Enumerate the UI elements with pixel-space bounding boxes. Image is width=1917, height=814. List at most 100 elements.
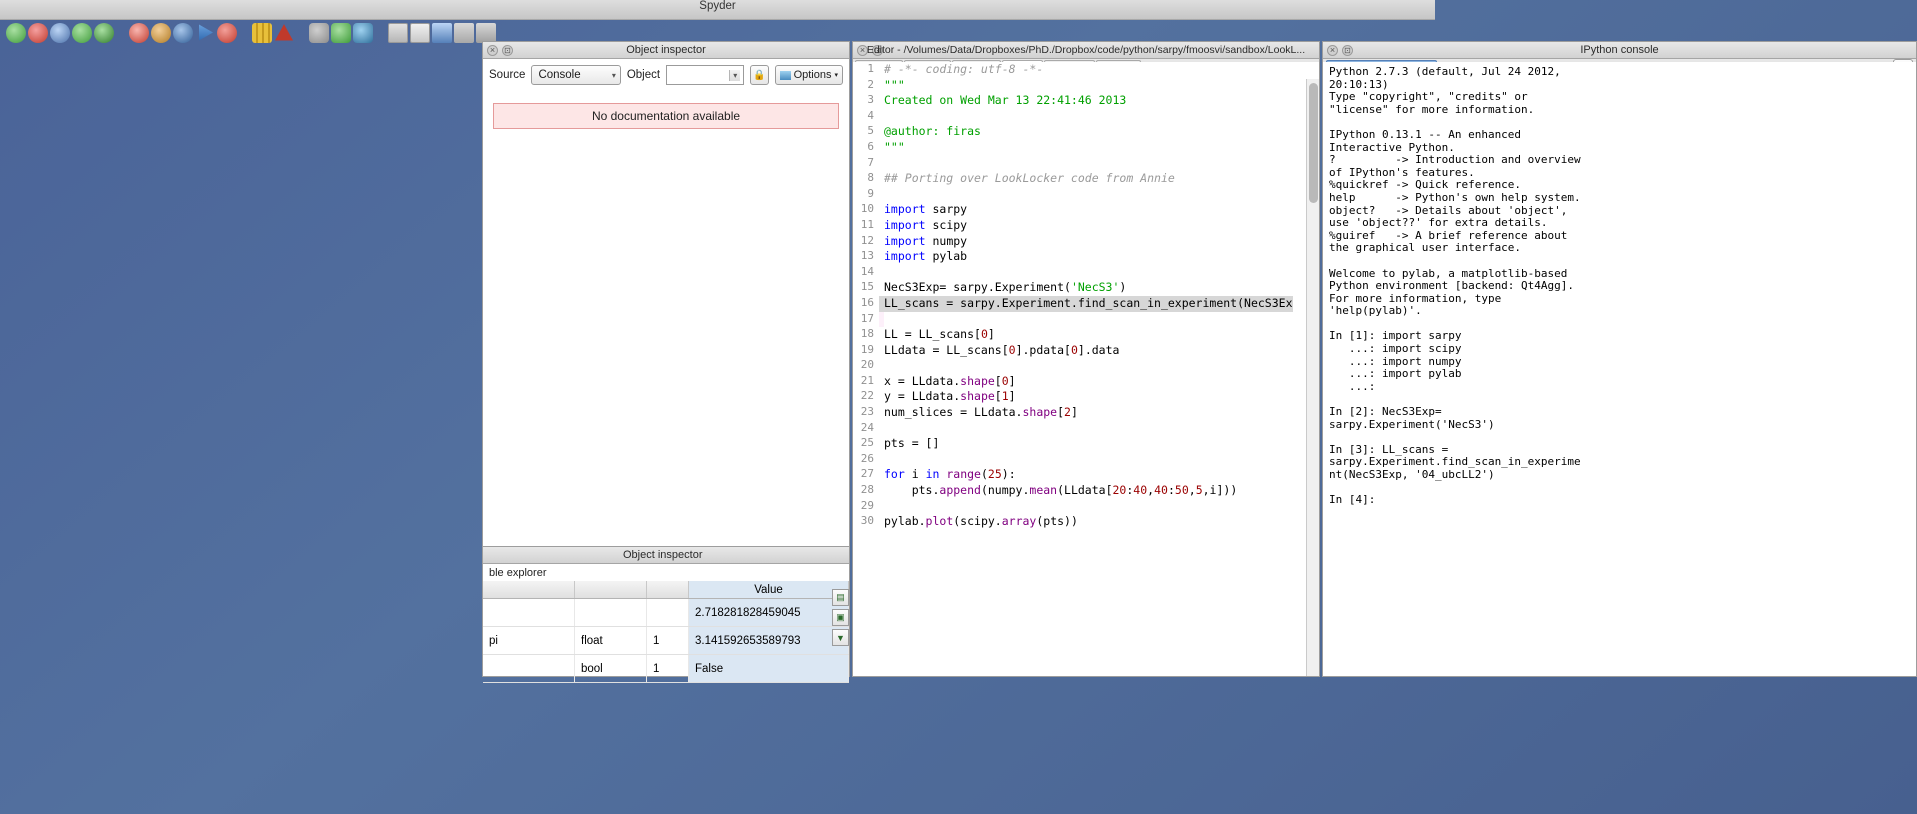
- new-file-icon[interactable]: [6, 22, 26, 43]
- variable-type: bool: [575, 655, 647, 682]
- editor-code-area[interactable]: 1 # -*- coding: utf-8 -*- 2 """ 3 Created on …: [853, 62, 1319, 676]
- save-data-button[interactable]: ▣: [832, 609, 849, 626]
- line-content: y = LLdata.shape[1]: [884, 389, 1016, 404]
- line-content: @author: firas: [884, 124, 981, 139]
- variable-type: [575, 599, 647, 626]
- line-number: 18: [853, 327, 879, 343]
- options-button[interactable]: Options ▾: [774, 65, 843, 85]
- line-number: 19: [853, 342, 879, 359]
- print-preview-icon[interactable]: [476, 22, 496, 43]
- code-line: 20: [853, 358, 1319, 374]
- line-content: pts = []: [884, 436, 940, 451]
- line-number: 15: [853, 280, 879, 296]
- line-number: 11: [853, 217, 879, 234]
- import-data-button[interactable]: ▤: [832, 589, 849, 606]
- variable-explorer-pane: Object inspector ble explorer Value 2.71…: [482, 546, 850, 683]
- variable-size: 1: [647, 655, 689, 682]
- line-number: 16: [853, 295, 879, 312]
- run-icon[interactable]: [129, 22, 149, 43]
- preferences-icon[interactable]: [388, 22, 408, 43]
- ipython-title: IPython console: [1580, 44, 1659, 56]
- save-icon[interactable]: [50, 22, 70, 43]
- line-number: 2: [853, 77, 879, 94]
- code-line: 26: [853, 451, 1319, 468]
- line-number: 8: [853, 171, 879, 187]
- source-select[interactable]: Console: [531, 65, 621, 85]
- object-label: Object: [626, 69, 661, 81]
- line-number: 14: [853, 264, 879, 281]
- grid-icon[interactable]: [252, 22, 272, 43]
- line-content: # -*- coding: utf-8 -*-: [884, 62, 1044, 76]
- line-content: x = LLdata.shape[0]: [884, 373, 1016, 388]
- code-line: 27 for i in range(25):: [853, 467, 1319, 484]
- column-header-value[interactable]: Value: [689, 581, 849, 598]
- code-line: 24: [853, 420, 1319, 437]
- variable-size: 1: [647, 627, 689, 654]
- save-as-icon[interactable]: [454, 22, 474, 43]
- line-number: 29: [853, 498, 879, 515]
- stop-icon[interactable]: [217, 22, 237, 43]
- pythonpath-icon[interactable]: [353, 22, 373, 43]
- line-content: """: [884, 77, 905, 92]
- line-number: 10: [853, 202, 879, 218]
- export-data-button[interactable]: ▼: [832, 629, 849, 646]
- code-line: 2 """: [853, 77, 1319, 94]
- line-content: NecS3Exp= sarpy.Experiment('NecS3'): [884, 280, 1127, 295]
- table-row[interactable]: 2.718281828459045: [483, 599, 849, 627]
- line-content: [879, 421, 884, 437]
- save-session-icon[interactable]: [432, 22, 452, 43]
- code-line: 23 num_slices = LLdata.shape[2]: [853, 405, 1319, 421]
- line-number: 28: [853, 483, 879, 499]
- lock-icon[interactable]: 🔒: [750, 65, 769, 85]
- variable-explorer-title: Object inspector: [623, 549, 703, 561]
- line-content: ## Porting over LookLocker code from Ann…: [884, 171, 1175, 186]
- variable-value: 3.141592653589793: [689, 627, 849, 654]
- line-content: [879, 311, 884, 328]
- print-icon[interactable]: [94, 22, 114, 43]
- maximize-icon[interactable]: [410, 22, 430, 43]
- editor-scrollbar-thumb[interactable]: [1309, 83, 1318, 203]
- run-cell-icon[interactable]: [151, 22, 171, 43]
- editor-scrollbar[interactable]: [1306, 79, 1319, 676]
- code-line: 15 NecS3Exp= sarpy.Experiment('NecS3'): [853, 280, 1319, 296]
- ipython-output[interactable]: Python 2.7.3 (default, Jul 24 2012, 20:1…: [1323, 62, 1916, 676]
- variable-size: [647, 599, 689, 626]
- line-content: pts.append(numpy.mean(LLdata[20:40,40:50…: [884, 483, 1238, 498]
- variable-type: float: [575, 627, 647, 654]
- code-line: 19 LLdata = LL_scans[0].pdata[0].data: [853, 342, 1319, 359]
- line-number: 7: [853, 155, 879, 172]
- column-header-size[interactable]: [647, 581, 689, 598]
- code-line: 13 import pylab: [853, 249, 1319, 265]
- line-number: 21: [853, 373, 879, 390]
- line-number: 9: [853, 186, 879, 203]
- source-select-value: Console: [538, 69, 581, 81]
- debug-icon[interactable]: [173, 22, 193, 43]
- line-content: """: [884, 139, 905, 154]
- object-inspector-title: Object inspector: [626, 44, 706, 56]
- column-header-type[interactable]: [575, 581, 647, 598]
- configure-icon[interactable]: [309, 22, 329, 43]
- open-file-icon[interactable]: [28, 22, 48, 43]
- line-content: import numpy: [884, 233, 968, 248]
- line-content: import scipy: [884, 217, 968, 232]
- line-content: [879, 109, 884, 125]
- add-icon[interactable]: [331, 22, 351, 43]
- code-line: 18 LL = LL_scans[0]: [853, 327, 1319, 343]
- code-line: 21 x = LLdata.shape[0]: [853, 373, 1319, 390]
- code-line: 3 Created on Wed Mar 13 22:41:46 2013: [853, 93, 1319, 109]
- code-line: 11 import scipy: [853, 217, 1319, 234]
- object-inspector-titlebar: Object inspector: [483, 42, 849, 59]
- editor-pane: Editor - /Volumes/Data/Dropboxes/PhD./Dr…: [852, 41, 1320, 677]
- code-line: 30 pylab.plot(scipy.array(pts)): [853, 514, 1319, 530]
- table-row[interactable]: bool 1 False: [483, 655, 849, 683]
- line-content: num_slices = LLdata.shape[2]: [884, 405, 1078, 420]
- line-content: [879, 358, 884, 374]
- save-all-icon[interactable]: [72, 22, 92, 43]
- object-input[interactable]: [666, 65, 745, 85]
- code-line: 17: [853, 311, 1319, 328]
- column-header-name[interactable]: [483, 581, 575, 598]
- line-number: 4: [853, 108, 879, 125]
- spyder-title-text: Spyder: [699, 0, 736, 12]
- table-row[interactable]: pi float 1 3.141592653589793: [483, 627, 849, 655]
- line-content: pylab.plot(scipy.array(pts)): [884, 514, 1078, 529]
